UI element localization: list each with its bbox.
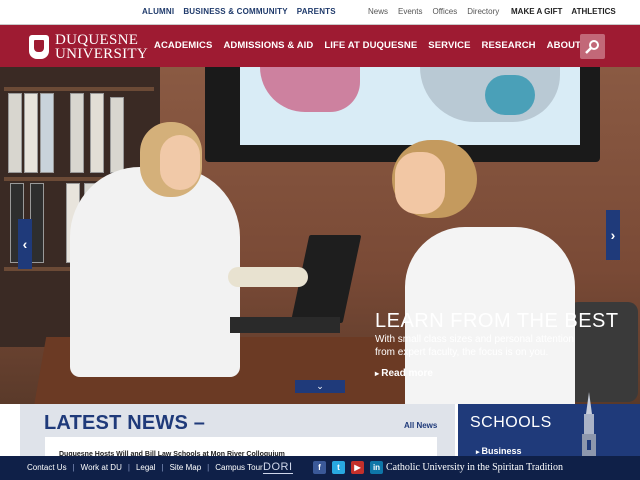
youtube-icon[interactable]: ▶ — [351, 461, 364, 474]
crest-icon — [29, 35, 49, 59]
prev-slide-button[interactable]: ‹ — [18, 219, 32, 269]
latest-news-section: LATEST NEWS – All News Duquesne Hosts Wi… — [20, 404, 455, 459]
schools-section: SCHOOLS Business — [458, 404, 640, 459]
parents-link[interactable]: PARENTS — [297, 7, 336, 16]
read-more-link[interactable]: Read more — [375, 368, 619, 379]
nav-about[interactable]: ABOUT — [547, 40, 581, 51]
social-links: f t ▶ in — [313, 461, 383, 474]
utility-bar: ALUMNI BUSINESS & COMMUNITY PARENTS News… — [0, 0, 640, 24]
slide-subtitle: With small class sizes and personal atte… — [375, 334, 574, 358]
twitter-icon[interactable]: t — [332, 461, 345, 474]
footer-links: Contact Us | Work at DU | Legal | Site M… — [27, 463, 263, 472]
offices-link[interactable]: Offices — [432, 7, 457, 16]
nav-service[interactable]: SERVICE — [428, 40, 470, 51]
news-heading: LATEST NEWS – — [44, 412, 206, 434]
schools-heading: SCHOOLS — [470, 414, 552, 431]
dori-link[interactable]: DORI — [263, 461, 293, 474]
footer-tagline: Catholic University in the Spiritan Trad… — [386, 462, 563, 473]
audience-links: ALUMNI BUSINESS & COMMUNITY PARENTS — [142, 7, 336, 16]
student-left-image — [70, 167, 240, 377]
nav-admissions-aid[interactable]: ADMISSIONS & AID — [223, 40, 313, 51]
linkedin-icon[interactable]: in — [370, 461, 383, 474]
contact-us-link[interactable]: Contact Us — [27, 463, 67, 472]
nav-menu: ACADEMICS ADMISSIONS & AID LIFE AT DUQUE… — [154, 40, 581, 51]
directory-link[interactable]: Directory — [467, 7, 499, 16]
chevron-down-icon: ⌄ — [316, 381, 324, 391]
hero-slideshow: ‹ › LEARN FROM THE BEST With small class… — [0, 67, 640, 404]
slide-title: LEARN FROM THE BEST — [375, 310, 619, 332]
next-slide-button[interactable]: › — [606, 210, 620, 260]
scroll-down-button[interactable]: ⌄ — [295, 380, 345, 393]
logo-line2: UNIVERSITY — [55, 46, 148, 62]
all-news-link[interactable]: All News — [404, 421, 437, 430]
nav-life-at-duquesne[interactable]: LIFE AT DUQUESNE — [324, 40, 417, 51]
action-links: MAKE A GIFT ATHLETICS — [511, 7, 616, 16]
alumni-link[interactable]: ALUMNI — [142, 7, 174, 16]
campus-tour-link[interactable]: Campus Tour — [215, 463, 262, 472]
site-map-link[interactable]: Site Map — [170, 463, 202, 472]
nav-research[interactable]: RESEARCH — [482, 40, 536, 51]
news-link[interactable]: News — [368, 7, 388, 16]
monitor-screen — [240, 67, 580, 145]
business-community-link[interactable]: BUSINESS & COMMUNITY — [183, 7, 287, 16]
search-icon — [585, 40, 599, 54]
athletics-link[interactable]: ATHLETICS — [571, 7, 615, 16]
footer-bar: Contact Us | Work at DU | Legal | Site M… — [0, 456, 640, 480]
logo-line1: DUQUESNE — [55, 32, 139, 48]
university-logo[interactable]: DUQUESNE UNIVERSITY — [29, 32, 148, 62]
make-a-gift-link[interactable]: MAKE A GIFT — [511, 7, 562, 16]
facebook-icon[interactable]: f — [313, 461, 326, 474]
work-at-du-link[interactable]: Work at DU — [81, 463, 122, 472]
anatomy-model-image — [228, 267, 308, 287]
search-button[interactable] — [580, 34, 605, 59]
nav-academics[interactable]: ACADEMICS — [154, 40, 212, 51]
main-nav: DUQUESNE UNIVERSITY ACADEMICS ADMISSIONS… — [0, 24, 640, 67]
legal-link[interactable]: Legal — [136, 463, 156, 472]
chevron-left-icon: ‹ — [22, 236, 28, 252]
chevron-right-icon: › — [610, 227, 616, 243]
events-link[interactable]: Events — [398, 7, 422, 16]
slide-caption: LEARN FROM THE BEST With small class siz… — [375, 311, 619, 379]
school-item-business[interactable]: Business — [476, 446, 521, 456]
utility-links: News Events Offices Directory — [368, 7, 499, 16]
